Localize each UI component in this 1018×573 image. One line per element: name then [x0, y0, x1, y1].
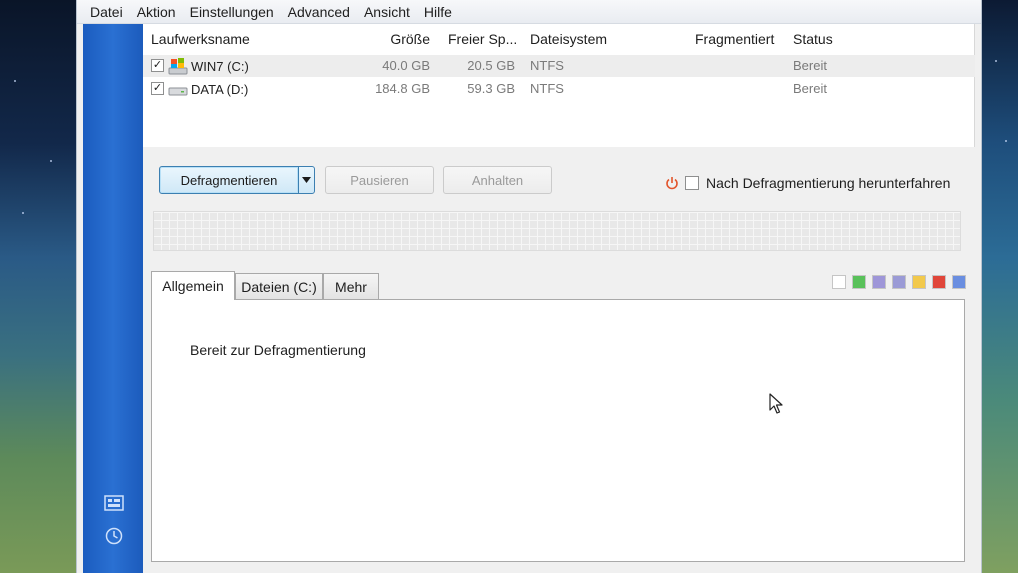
menu-hilfe[interactable]: Hilfe: [418, 4, 460, 20]
shutdown-label: Nach Defragmentierung herunterfahren: [706, 175, 951, 191]
column-fragmentiert[interactable]: Fragmentiert: [695, 31, 774, 47]
column-status[interactable]: Status: [793, 31, 833, 47]
shutdown-option[interactable]: Nach Defragmentierung herunterfahren: [665, 174, 950, 192]
defragment-dropdown-button[interactable]: [298, 166, 315, 194]
shutdown-checkbox[interactable]: [685, 176, 699, 190]
desktop-right-strip: [980, 0, 1018, 573]
drive-filesystem: NTFS: [530, 81, 564, 96]
disk-cluster-map: [153, 211, 961, 251]
drive-free-space: 59.3 GB: [467, 81, 515, 96]
drive-name: WIN7 (C:): [191, 58, 249, 74]
drive-checkbox[interactable]: ✓: [151, 82, 164, 95]
desktop-left-strip: [0, 0, 76, 573]
mouse-cursor-icon: [769, 393, 783, 414]
drive-map-icon[interactable]: [104, 494, 124, 512]
drive-name-cell: DATA (D:): [168, 80, 248, 98]
sidebar: [83, 24, 143, 573]
main-content: Laufwerksname Größe Freier Sp... Dateisy…: [143, 24, 981, 573]
tab-allgemein[interactable]: Allgemein: [151, 271, 235, 300]
drive-row-d[interactable]: ✓ DATA (D:) 184.8 GB 59.3 GB NTFS Bereit: [143, 78, 975, 100]
drive-status: Bereit: [793, 58, 827, 73]
system-drive-icon: [168, 58, 188, 75]
status-message: Bereit zur Defragmentierung: [190, 342, 366, 358]
menu-datei[interactable]: Datei: [84, 4, 131, 20]
legend-swatch: [912, 275, 926, 289]
drive-free-space: 20.5 GB: [467, 58, 515, 73]
hard-drive-icon: [168, 87, 188, 96]
drive-status: Bereit: [793, 81, 827, 96]
clock-icon[interactable]: [104, 527, 124, 545]
cluster-legend: [832, 275, 966, 289]
defrag-window: Datei Aktion Einstellungen Advanced Ansi…: [76, 0, 982, 573]
drive-size: 40.0 GB: [382, 58, 430, 73]
drive-size: 184.8 GB: [375, 81, 430, 96]
menu-aktion[interactable]: Aktion: [131, 4, 184, 20]
drive-list: Laufwerksname Größe Freier Sp... Dateisy…: [143, 24, 975, 147]
legend-swatch: [832, 275, 846, 289]
menu-einstellungen[interactable]: Einstellungen: [184, 4, 282, 20]
defragment-button[interactable]: Defragmentieren: [159, 166, 299, 194]
legend-swatch: [852, 275, 866, 289]
drive-filesystem: NTFS: [530, 58, 564, 73]
column-dateisystem[interactable]: Dateisystem: [530, 31, 607, 47]
drive-name-cell: WIN7 (C:): [168, 57, 249, 75]
stop-button[interactable]: Anhalten: [443, 166, 552, 194]
column-laufwerksname[interactable]: Laufwerksname: [151, 31, 250, 47]
tab-dateien[interactable]: Dateien (C:): [235, 273, 323, 299]
tab-mehr[interactable]: Mehr: [323, 273, 379, 299]
column-freier-speicher[interactable]: Freier Sp...: [448, 31, 517, 47]
legend-swatch: [872, 275, 886, 289]
chevron-down-icon: [302, 177, 311, 183]
drive-checkbox[interactable]: ✓: [151, 59, 164, 72]
drive-row-c[interactable]: ✓ WIN7 (C:) 40.0 GB 20.5 GB NTFS Bereit: [143, 55, 975, 77]
legend-swatch: [892, 275, 906, 289]
column-groesse[interactable]: Größe: [373, 31, 430, 47]
list-header: Laufwerksname Größe Freier Sp... Dateisy…: [143, 28, 975, 50]
tab-panel-allgemein: Bereit zur Defragmentierung: [151, 299, 965, 562]
legend-swatch: [952, 275, 966, 289]
menu-bar: Datei Aktion Einstellungen Advanced Ansi…: [77, 0, 981, 24]
menu-advanced[interactable]: Advanced: [282, 4, 358, 20]
menu-ansicht[interactable]: Ansicht: [358, 4, 418, 20]
legend-swatch: [932, 275, 946, 289]
drive-name: DATA (D:): [191, 81, 249, 97]
pause-button[interactable]: Pausieren: [325, 166, 434, 194]
power-icon: [666, 177, 678, 190]
